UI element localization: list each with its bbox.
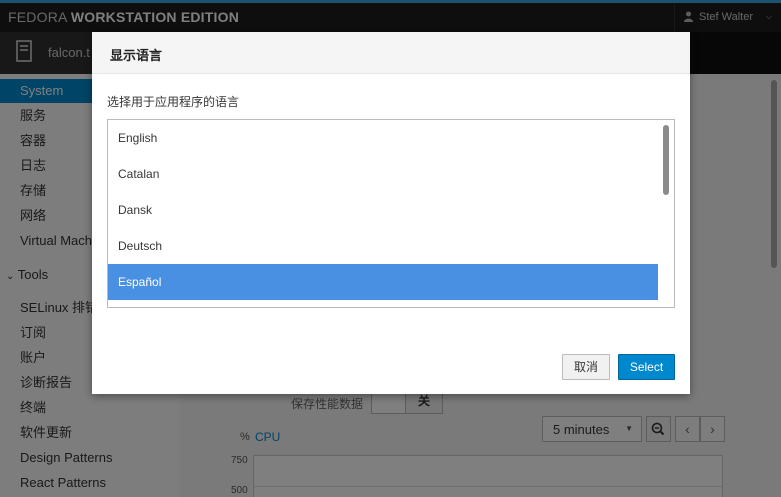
language-option-catalan[interactable]: Catalan — [108, 156, 658, 192]
language-option-espanol[interactable]: Español — [108, 264, 658, 300]
cancel-button[interactable]: 取消 — [562, 354, 610, 380]
language-option-english[interactable]: English — [108, 120, 658, 156]
dialog-prompt: 选择用于应用程序的语言 — [107, 95, 240, 109]
dialog-footer: 取消 Select — [92, 346, 690, 394]
select-button[interactable]: Select — [618, 354, 675, 380]
dialog-header: 显示语言 — [92, 32, 690, 74]
language-option-deutsch[interactable]: Deutsch — [108, 228, 658, 264]
dialog-title: 显示语言 — [110, 48, 163, 63]
display-language-dialog: 显示语言 选择用于应用程序的语言 English Catalan Dansk D… — [92, 32, 690, 394]
language-list[interactable]: English Catalan Dansk Deutsch Español — [107, 119, 675, 308]
language-option-dansk[interactable]: Dansk — [108, 192, 658, 228]
language-list-scrollbar[interactable] — [663, 125, 669, 195]
